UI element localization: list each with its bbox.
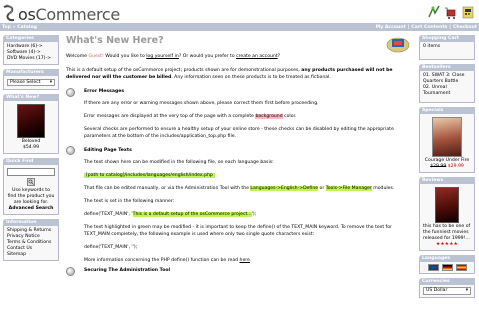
section-paragraph: Error messages are displayed at the very…	[84, 114, 297, 119]
info-link-sitemap[interactable]: Sitemap	[7, 252, 55, 258]
link-separator: |	[407, 24, 410, 30]
categories-box: Categories Hardware (6)-> Software (4)->…	[3, 35, 59, 65]
create-account-link[interactable]: create an account	[236, 54, 278, 59]
whats-new-box: What's New? Beloved $54.99	[3, 94, 59, 154]
category-item-dvd-movies[interactable]: DVD Movies (17)->	[7, 56, 55, 62]
section-paragraph: The text highlighted in green may be mod…	[84, 224, 392, 237]
specials-title[interactable]: Specials	[419, 107, 475, 114]
chevron-down-icon: ▾	[465, 288, 468, 293]
code-example: define('TEXT_MAIN', '');	[84, 244, 138, 250]
manufacturers-select-value: Please Select	[10, 80, 41, 85]
quick-find-input[interactable]	[7, 168, 55, 176]
bullet-icon	[66, 146, 75, 155]
manufacturers-title: Manufacturers	[3, 69, 59, 76]
intro-paragraph: This is a default setup of the osCommerc…	[66, 67, 393, 80]
right-column: Shopping Cart 0 items Bestsellers 01. SW…	[419, 35, 475, 302]
php-define-link[interactable]: here	[240, 258, 250, 263]
information-title: Information	[3, 219, 59, 226]
reviews-title[interactable]: Reviews	[419, 177, 475, 184]
header-links: My Account | Cart Contents | Checkout	[376, 25, 477, 30]
shopping-cart-box: Shopping Cart 0 items	[419, 35, 475, 60]
bullet-icon	[66, 87, 75, 97]
whats-new-product-price: $54.99	[22, 145, 40, 150]
currency-select[interactable]: US Dollar ▾	[423, 287, 471, 295]
section-securing-admin: Securing The Administration Tool	[66, 266, 412, 276]
section-editing-page-texts: Editing Page Texts The text shown here c…	[66, 146, 412, 264]
information-box: Information Shipping & Returns Privacy N…	[3, 219, 59, 261]
section-paragraph: If there are any error or warning messag…	[84, 101, 319, 106]
reviews-box: Reviews this has to be one of the funnie…	[419, 177, 475, 251]
link-separator: |	[449, 24, 451, 30]
section-paragraph: More information concerning the PHP defi…	[84, 257, 252, 263]
manufacturers-box: Manufacturers Please Select ▾	[3, 69, 59, 90]
english-flag-icon[interactable]	[427, 264, 439, 271]
categories-title: Categories	[3, 35, 59, 42]
spanish-flag-icon[interactable]	[455, 264, 467, 271]
cart-icon[interactable]	[444, 4, 458, 20]
bestsellers-title: Bestsellers	[419, 64, 475, 71]
product-image-courage-under-fire[interactable]	[432, 117, 462, 157]
checkout-link[interactable]: Checkout	[453, 25, 477, 30]
quick-find-help: Use keywords to find the product you are…	[7, 188, 55, 205]
welcome-message: Welcome Guest! Would you like to log you…	[66, 54, 281, 59]
file-path: [path to catalog]/includes/languages/eng…	[84, 172, 215, 178]
bullet-icon	[66, 266, 75, 276]
section-paragraph: That file can be edited manually, or via…	[84, 185, 395, 191]
languages-title: Languages	[419, 255, 475, 262]
bestseller-item[interactable]: 02. Unreal Tournament	[423, 85, 471, 97]
rating-stars-icon: ★★★★★	[435, 242, 459, 247]
my-account-link[interactable]: My Account	[376, 25, 406, 30]
chevron-down-icon: ▾	[49, 80, 52, 85]
my-account-icon[interactable]	[427, 4, 441, 20]
logo-text: osCommerce	[18, 5, 120, 24]
main-content: What's New Here? Welcome Guest! Would yo…	[66, 35, 412, 276]
cart-contents: 0 items	[423, 44, 441, 49]
bestsellers-box: Bestsellers 01. SWAT 3: Close Quarters B…	[419, 64, 475, 103]
top-navigation-bar: Top » Catalog My Account | Cart Contents…	[0, 23, 479, 31]
manufacturers-select[interactable]: Please Select ▾	[7, 79, 55, 86]
specials-price: $29.99 $29.99	[430, 164, 464, 169]
section-error-messages: Error Messages If there are any error or…	[66, 87, 412, 141]
section-paragraph: Several checks are performed to ensure a…	[84, 127, 394, 139]
currencies-title: Currencies	[419, 278, 475, 285]
section-title: Editing Page Texts	[84, 147, 132, 153]
section-title: Securing The Administration Tool	[84, 268, 171, 273]
review-text[interactable]: this has to be one of the funniest movie…	[423, 224, 471, 242]
code-example: define('TEXT_MAIN', 'This is a default s…	[84, 211, 257, 217]
page-title: What's New Here?	[66, 35, 164, 46]
quick-find-search-button[interactable]	[27, 178, 35, 186]
store-logo[interactable]: osCommerce	[2, 3, 132, 25]
oscommerce-logo-icon	[3, 4, 15, 22]
whats-new-title[interactable]: What's New?	[3, 94, 59, 101]
left-column: Categories Hardware (6)-> Software (4)->…	[3, 35, 59, 265]
search-icon	[28, 179, 34, 185]
cart-contents-link[interactable]: Cart Contents	[411, 25, 447, 30]
languages-box: Languages	[419, 255, 475, 274]
section-paragraph: The text is set in the following manner:	[84, 198, 175, 204]
section-paragraph: The text shown here can be modified in t…	[84, 159, 274, 165]
shopping-cart-title[interactable]: Shopping Cart	[419, 35, 475, 42]
checkout-icon[interactable]	[461, 4, 475, 20]
header-icons	[415, 4, 475, 22]
page-header-icon	[386, 37, 410, 53]
review-product-image[interactable]	[435, 187, 459, 223]
advanced-search-link[interactable]: Advanced Search	[7, 206, 55, 212]
specials-box: Specials Courage Under Fire $29.99 $29.9…	[419, 107, 475, 173]
quick-find-box: Quick Find Use keywords to find the prod…	[3, 158, 59, 215]
product-image-beloved[interactable]	[17, 104, 45, 138]
breadcrumb[interactable]: Top » Catalog	[2, 25, 37, 30]
guest-label: Guest!	[88, 54, 104, 59]
german-flag-icon[interactable]	[441, 264, 453, 271]
currencies-box: Currencies US Dollar ▾	[419, 278, 475, 298]
login-link[interactable]: log yourself in	[146, 54, 179, 59]
currency-select-value: US Dollar	[426, 288, 448, 293]
section-title: Error Messages	[84, 89, 125, 94]
quick-find-title: Quick Find	[3, 158, 59, 165]
bestseller-item[interactable]: 01. SWAT 3: Close Quarters Battle	[423, 73, 471, 85]
